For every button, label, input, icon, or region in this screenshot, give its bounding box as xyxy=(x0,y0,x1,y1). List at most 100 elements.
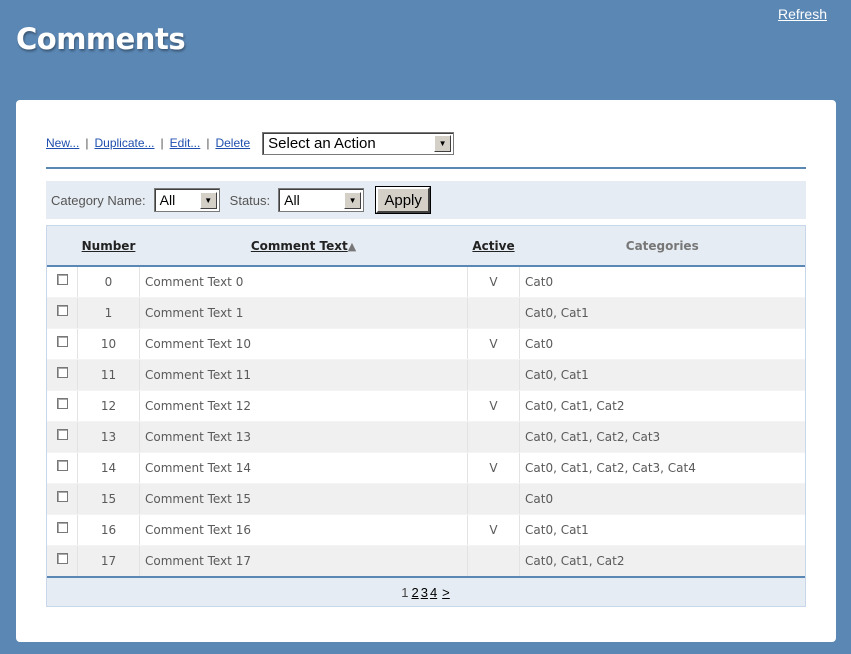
row-select-cell xyxy=(47,452,78,484)
table-row[interactable]: 17 Comment Text 17 Cat0, Cat1, Cat2 xyxy=(47,545,805,578)
categories-column-header: Categories xyxy=(519,226,805,267)
categories-column-label: Categories xyxy=(625,238,699,253)
row-checkbox[interactable] xyxy=(56,429,68,440)
toolbar-separator: | xyxy=(85,136,89,150)
table-row[interactable]: 0 Comment Text 0 V Cat0 xyxy=(47,266,805,298)
pager-page-link[interactable]: 4 xyxy=(430,585,437,600)
active-cell: V xyxy=(467,328,520,360)
active-cell xyxy=(467,545,520,578)
table-row[interactable]: 15 Comment Text 15 Cat0 xyxy=(47,483,805,515)
row-checkbox[interactable] xyxy=(56,274,68,285)
table-row[interactable]: 14 Comment Text 14 V Cat0, Cat1, Cat2, Cat3… xyxy=(47,452,805,484)
toolbar-separator: | xyxy=(206,136,210,150)
row-select-cell xyxy=(47,545,78,578)
pager-page-link[interactable]: 2 xyxy=(411,585,418,600)
delete-link[interactable]: Delete xyxy=(215,136,250,150)
row-checkbox[interactable] xyxy=(56,398,68,409)
comment-text-cell: Comment Text 16 xyxy=(139,514,468,546)
number-column-header[interactable]: Number xyxy=(77,226,140,267)
comment-text-cell: Comment Text 10 xyxy=(139,328,468,360)
table-row[interactable]: 12 Comment Text 12 V Cat0, Cat1, Cat2 xyxy=(47,390,805,422)
pager-current-page: 1 xyxy=(401,584,409,600)
number-cell: 16 xyxy=(77,514,140,546)
number-cell: 14 xyxy=(77,452,140,484)
number-cell: 0 xyxy=(77,266,140,298)
categories-cell: Cat0, Cat1, Cat2 xyxy=(519,390,805,422)
categories-cell: Cat0, Cat1 xyxy=(519,514,805,546)
action-select-value: Select an Action xyxy=(268,134,376,152)
categories-cell: Cat0 xyxy=(519,483,805,515)
row-select-cell xyxy=(47,390,78,422)
active-cell xyxy=(467,421,520,453)
filter-bar: Category Name: All ▼ Status: All ▼ Apply xyxy=(46,181,806,219)
active-cell xyxy=(467,297,520,329)
duplicate-link[interactable]: Duplicate... xyxy=(94,136,154,150)
active-cell xyxy=(467,483,520,515)
status-filter-label: Status: xyxy=(229,192,271,208)
apply-button[interactable]: Apply xyxy=(375,186,432,214)
action-select[interactable]: Select an Action ▼ xyxy=(262,131,455,155)
chevron-down-icon[interactable]: ▼ xyxy=(199,191,217,209)
refresh-link[interactable]: Refresh xyxy=(778,6,827,22)
table-row[interactable]: 11 Comment Text 11 Cat0, Cat1 xyxy=(47,359,805,391)
categories-cell: Cat0, Cat1, Cat2, Cat3 xyxy=(519,421,805,453)
status-filter-select[interactable]: All ▼ xyxy=(278,188,365,212)
table-row[interactable]: 13 Comment Text 13 Cat0, Cat1, Cat2, Cat3 xyxy=(47,421,805,453)
number-cell: 10 xyxy=(77,328,140,360)
categories-cell: Cat0, Cat1, Cat2 xyxy=(519,545,805,578)
row-select-cell xyxy=(47,359,78,391)
row-checkbox[interactable] xyxy=(56,336,68,347)
table-row[interactable]: 1 Comment Text 1 Cat0, Cat1 xyxy=(47,297,805,329)
page-title: Comments xyxy=(16,22,186,56)
new-link[interactable]: New... xyxy=(46,136,79,150)
active-cell: V xyxy=(467,266,520,298)
comments-grid: Number Comment Text▲ Active Categories 0… xyxy=(46,225,806,607)
row-checkbox[interactable] xyxy=(56,522,68,533)
comment-text-cell: Comment Text 14 xyxy=(139,452,468,484)
table-header-row: Number Comment Text▲ Active Categories xyxy=(47,226,805,267)
pager-page-link[interactable]: 3 xyxy=(421,585,428,600)
edit-link[interactable]: Edit... xyxy=(170,136,201,150)
row-select-cell xyxy=(47,297,78,329)
row-select-cell xyxy=(47,421,78,453)
pager: 1 2 3 4 > xyxy=(47,578,805,606)
table-body: 0 Comment Text 0 V Cat0 1 Comment Text 1 Cat0,… xyxy=(47,266,805,578)
categories-cell: Cat0, Cat1 xyxy=(519,359,805,391)
pager-next-link[interactable]: > xyxy=(442,585,450,600)
row-checkbox[interactable] xyxy=(56,460,68,471)
active-cell xyxy=(467,359,520,391)
comment-text-column-header[interactable]: Comment Text▲ xyxy=(139,226,468,267)
number-cell: 13 xyxy=(77,421,140,453)
number-cell: 15 xyxy=(77,483,140,515)
active-column-header[interactable]: Active xyxy=(467,226,520,267)
comment-text-cell: Comment Text 15 xyxy=(139,483,468,515)
comment-text-cell: Comment Text 11 xyxy=(139,359,468,391)
divider xyxy=(46,167,806,169)
chevron-down-icon[interactable]: ▼ xyxy=(344,191,362,209)
number-column-label[interactable]: Number xyxy=(82,239,136,253)
row-checkbox[interactable] xyxy=(56,553,68,564)
number-cell: 17 xyxy=(77,545,140,578)
active-cell: V xyxy=(467,452,520,484)
chevron-down-icon[interactable]: ▼ xyxy=(434,134,452,152)
categories-cell: Cat0, Cat1 xyxy=(519,297,805,329)
row-select-cell xyxy=(47,514,78,546)
number-cell: 1 xyxy=(77,297,140,329)
table-row[interactable]: 16 Comment Text 16 V Cat0, Cat1 xyxy=(47,514,805,546)
row-checkbox[interactable] xyxy=(56,367,68,378)
active-column-label[interactable]: Active xyxy=(472,239,514,253)
table-row[interactable]: 10 Comment Text 10 V Cat0 xyxy=(47,328,805,360)
comments-table: Number Comment Text▲ Active Categories 0… xyxy=(47,226,805,578)
row-checkbox[interactable] xyxy=(56,491,68,502)
toolbar: New... | Duplicate... | Edit... | Delete… xyxy=(46,130,455,156)
active-cell: V xyxy=(467,390,520,422)
main-panel: New... | Duplicate... | Edit... | Delete… xyxy=(16,100,836,642)
select-column-header xyxy=(47,226,78,267)
comment-text-column-label[interactable]: Comment Text xyxy=(251,239,348,253)
active-cell: V xyxy=(467,514,520,546)
number-cell: 11 xyxy=(77,359,140,391)
row-select-cell xyxy=(47,483,78,515)
row-checkbox[interactable] xyxy=(56,305,68,316)
category-filter-select[interactable]: All ▼ xyxy=(153,188,220,212)
categories-cell: Cat0 xyxy=(519,266,805,298)
